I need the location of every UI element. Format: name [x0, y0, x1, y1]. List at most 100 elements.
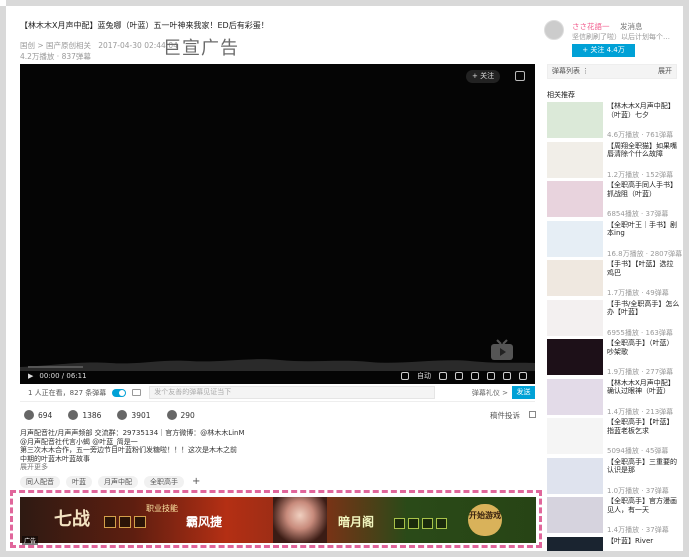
- tag-item[interactable]: 月声中配: [98, 476, 138, 488]
- coin-icon: [68, 410, 79, 420]
- uploader-name[interactable]: ささ花語一: [572, 21, 610, 32]
- related-title[interactable]: 【全职高手同人手书】抓战阻（叶蓝）: [607, 181, 680, 207]
- danmaku-list-panel[interactable]: 弹幕列表 ⋮ 展开: [547, 64, 677, 79]
- tag-list: 同人配音 叶蓝 月声中配 全职高手 +: [20, 476, 200, 488]
- related-thumbnail[interactable]: [547, 141, 603, 178]
- related-thumbnail[interactable]: [547, 339, 603, 375]
- related-title[interactable]: 【手书/全职高手】怎么办【叶蓝】: [607, 300, 680, 326]
- related-thumbnail[interactable]: [547, 418, 603, 454]
- related-item[interactable]: 【手书】【叶蓝】选拉鸡巴 1.7万播放 · 49弹幕: [547, 260, 682, 298]
- related-thumbnail[interactable]: [547, 497, 603, 533]
- fullscreen-icon[interactable]: [519, 372, 527, 380]
- tag-item[interactable]: 全职高手: [144, 476, 184, 488]
- video-description: 月声配音社/月声声频部 交流群：29735134｜官方微博：@林木木LinM @…: [20, 429, 280, 463]
- coin-button[interactable]: 1386: [68, 410, 101, 420]
- related-stats: 4.6万播放 · 761弹幕: [607, 131, 674, 139]
- danmaku-send-button[interactable]: 发送: [512, 386, 535, 399]
- viewer-count: 1 人正在看，827 条弹幕: [28, 388, 107, 397]
- add-tag-button[interactable]: +: [190, 476, 200, 488]
- related-stats: 1.4万播放 · 213弹幕: [607, 407, 674, 416]
- more-icon[interactable]: [529, 411, 536, 418]
- favorite-button[interactable]: 3901: [117, 410, 151, 420]
- tag-item[interactable]: 同人配音: [20, 476, 60, 488]
- related-thumbnail[interactable]: [547, 102, 603, 138]
- related-thumbnail[interactable]: [547, 220, 603, 257]
- video-player[interactable]: + 关注 ▶ 00:00 / 06:11 自动: [20, 64, 535, 384]
- video-page: 【林木木X月声中配】蓝兔哪（叶蓝）五一叶神来我家！ED后有彩蛋！ 国创 > 国产…: [6, 6, 683, 551]
- related-title[interactable]: 【叶蓝】River: [607, 537, 680, 552]
- related-title[interactable]: 【全职叶王｜手书】剧本ing: [607, 221, 680, 247]
- related-stats: 16.8万播放 · 2807弹幕: [607, 249, 683, 258]
- danmaku-toggle[interactable]: [112, 388, 127, 397]
- pip-icon[interactable]: [471, 372, 479, 380]
- related-title[interactable]: 【周翔全职猫】如果嘴唇清除个什么故障: [607, 142, 680, 168]
- related-item[interactable]: 【全职高手】（叶蓝）吵架歌 1.9万播放 · 277弹幕: [547, 339, 682, 377]
- video-category[interactable]: 国创 > 国产原创相关: [20, 41, 91, 50]
- player-control-right: 自动: [401, 371, 527, 381]
- danmaku-send-bar: 1 人正在看，827 条弹幕 发个友善的弹幕见证当下 弹幕礼仪 > 发送: [20, 384, 535, 402]
- danmaku-etiquette-link[interactable]: 弹幕礼仪 >: [472, 388, 508, 398]
- related-stats: 6955播放 · 163弹幕: [607, 328, 673, 337]
- danmaku-setting-icon[interactable]: [401, 372, 409, 380]
- related-thumbnail[interactable]: [547, 299, 603, 336]
- related-title[interactable]: 【全职高手】三重要的认识是那: [607, 458, 680, 484]
- related-title[interactable]: 【全职高手】【叶蓝】指蓝老板乞求: [607, 418, 680, 444]
- volume-icon[interactable]: [455, 372, 463, 380]
- related-item[interactable]: 【周翔全职猫】如果嘴唇清除个什么故障 1.2万播放 · 152弹幕: [547, 141, 682, 180]
- player-follow-button[interactable]: + 关注: [466, 70, 501, 83]
- related-thumbnail[interactable]: [547, 457, 603, 494]
- related-title[interactable]: 【林木木X月声中配】确认过眼神（叶蓝）: [607, 379, 680, 405]
- like-button[interactable]: 694: [24, 410, 52, 420]
- related-item[interactable]: 【叶蓝】River: [547, 536, 682, 552]
- share-button[interactable]: 290: [166, 410, 195, 420]
- related-item[interactable]: 【林木木X月声中配】确认过眼神（叶蓝） 1.4万播放 · 213弹幕: [547, 378, 682, 417]
- related-item[interactable]: 【全职高手同人手书】抓战阻（叶蓝） 6854播放 · 37弹幕: [547, 181, 682, 219]
- related-stats: 1.7万播放 · 49弹幕: [607, 289, 669, 297]
- related-stats: 1.9万播放 · 277弹幕: [607, 368, 674, 376]
- related-thumbnail[interactable]: [547, 181, 603, 217]
- web-fullscreen-icon[interactable]: [503, 372, 511, 380]
- desc-line-2: @月声配音社代言小蝎 @叶蓝_简是一: [20, 437, 138, 446]
- related-thumbnail[interactable]: [547, 536, 603, 551]
- related-thumbnail[interactable]: [547, 378, 603, 415]
- video-title: 【林木木X月声中配】蓝兔哪（叶蓝）五一叶神来我家！ED后有彩蛋！: [20, 21, 269, 30]
- related-stats: 5094播放 · 45弹幕: [607, 447, 669, 455]
- related-title[interactable]: 【手书】【叶蓝】选拉鸡巴: [607, 260, 680, 286]
- danmaku-style-icon[interactable]: [132, 389, 142, 396]
- coin-count: 1386: [82, 410, 102, 420]
- related-item[interactable]: 【全职高手】三重要的认识是那 1.0万播放 · 37弹幕: [547, 457, 682, 496]
- uploader-signature: 坚信刷刷了啦）以后计划每个…: [572, 33, 670, 41]
- desc-line-1: 月声配音社/月声声频部 交流群：29735134｜官方微博：@林木木LinM: [20, 429, 245, 437]
- follow-uploader-button[interactable]: + 关注 4.4万: [572, 44, 635, 57]
- tag-item[interactable]: 叶蓝: [66, 476, 92, 488]
- gear-icon[interactable]: [439, 372, 447, 380]
- danmaku-input[interactable]: 发个友善的弹幕见证当下: [149, 386, 436, 399]
- quality-auto-button[interactable]: 自动: [417, 371, 431, 381]
- video-actions: 694 1386 3901 290: [24, 410, 195, 420]
- related-item[interactable]: 【手书/全职高手】怎么办【叶蓝】 6955播放 · 163弹幕: [547, 299, 682, 338]
- player-settings-icon[interactable]: [515, 71, 525, 81]
- player-control-bar: ▶ 00:00 / 06:11 自动: [20, 368, 535, 384]
- related-item[interactable]: 【全职叶王｜手书】剧本ing 16.8万播放 · 2807弹幕: [547, 220, 683, 259]
- widescreen-icon[interactable]: [487, 372, 495, 380]
- related-title[interactable]: 【林木木X月声中配】（叶蓝）七夕: [607, 102, 680, 128]
- related-thumbnail[interactable]: [547, 260, 603, 296]
- related-stats: 1.2万播放 · 152弹幕: [607, 170, 674, 179]
- related-item[interactable]: 【全职高手】官方漫画见人，有一天 1.4万播放 · 37弹幕: [547, 497, 682, 535]
- danmaku-list-expand[interactable]: 展开: [658, 65, 672, 78]
- share-arrow-icon: [166, 410, 177, 420]
- related-title[interactable]: 【全职高手】官方漫画见人，有一天: [607, 497, 680, 523]
- related-item[interactable]: 【全职高手】【叶蓝】指蓝老板乞求 5094播放 · 45弹幕: [547, 418, 682, 456]
- danmaku-list-label: 弹幕列表 ⋮: [552, 67, 590, 75]
- thumb-up-icon: [24, 410, 34, 420]
- video-meta: 国创 > 国产原创相关 2017-04-30 02:44:04: [20, 40, 178, 51]
- related-item[interactable]: 【林木木X月声中配】（叶蓝）七夕 4.6万播放 · 761弹幕: [547, 102, 682, 140]
- play-icon[interactable]: ▶: [28, 372, 33, 380]
- related-stats: 6854播放 · 37弹幕: [607, 210, 669, 218]
- star-icon: [117, 410, 128, 420]
- report-link[interactable]: 稿件投诉: [490, 410, 520, 421]
- related-title[interactable]: 【全职高手】（叶蓝）吵架歌: [607, 339, 680, 365]
- send-message-link[interactable]: 发消息: [620, 21, 643, 32]
- expand-description-link[interactable]: 展开更多: [20, 462, 48, 472]
- avatar[interactable]: [544, 20, 564, 40]
